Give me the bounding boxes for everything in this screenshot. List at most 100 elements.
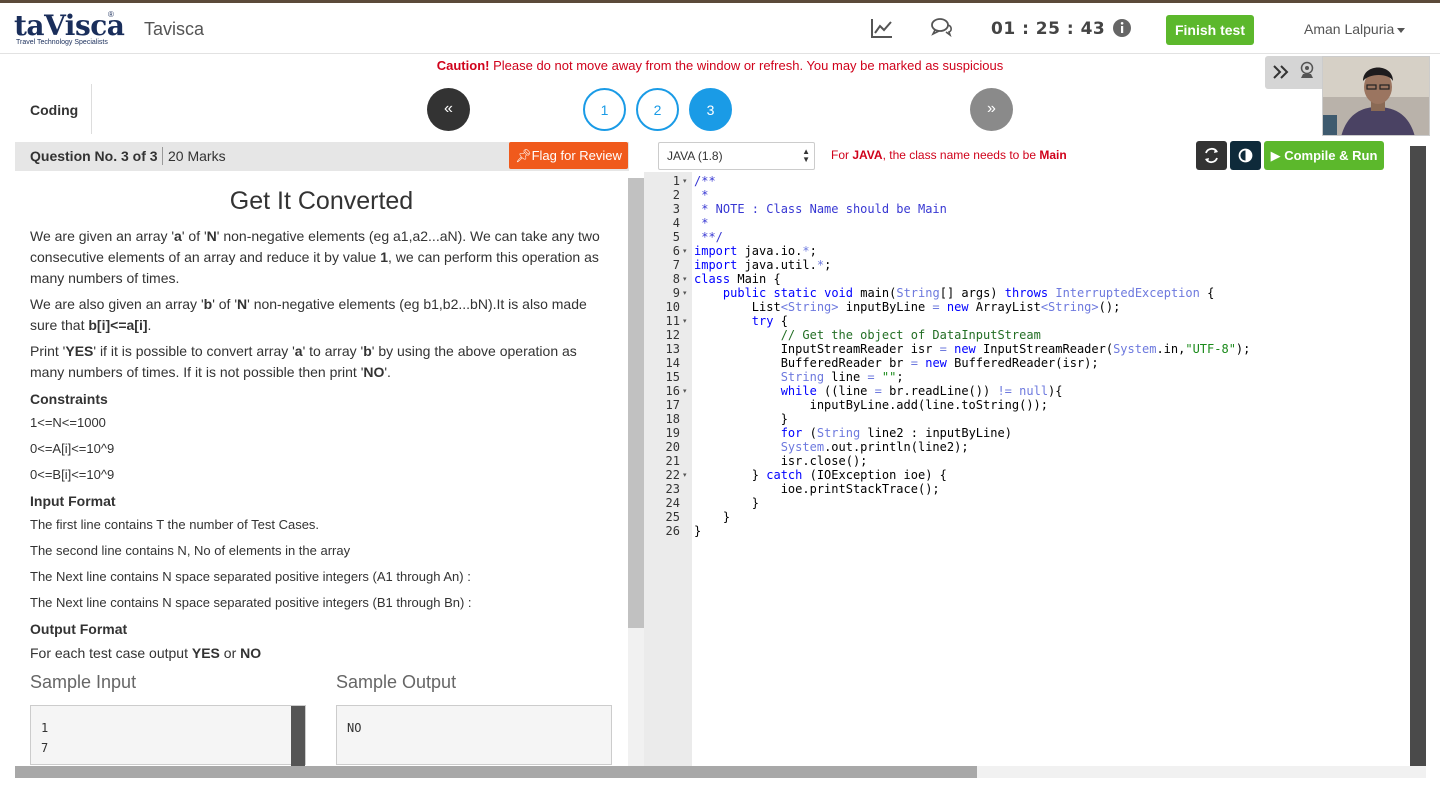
- finish-test-button[interactable]: Finish test: [1166, 15, 1254, 45]
- problem-paragraph-1: We are given an array 'a' of 'N' non-neg…: [30, 228, 600, 286]
- code-line: BufferedReader br = new BufferedReader(i…: [694, 356, 1099, 370]
- reset-code-button[interactable]: [1196, 141, 1227, 170]
- line-number: 10: [665, 300, 680, 314]
- question-marks: 20 Marks: [168, 148, 226, 164]
- code-line: import java.util.*;: [694, 258, 832, 272]
- code-content[interactable]: /** * * NOTE : Class Name should be Main…: [694, 174, 1410, 538]
- flag-label: Flag for Review: [531, 148, 622, 163]
- line-number: 1: [672, 174, 680, 188]
- question-number: Question No. 3 of 3: [30, 148, 158, 164]
- question-2-button[interactable]: 2: [636, 88, 679, 131]
- pin-icon: 📌︎: [515, 148, 532, 163]
- line-number: 14: [665, 356, 680, 370]
- problem-statement: Get It Converted We are given an array '…: [15, 178, 628, 766]
- class-name-note: For JAVA, the class name needs to be Mai…: [831, 148, 1067, 162]
- header: taVisca ® Travel Technology Specialists …: [0, 3, 1440, 54]
- code-line: List<String> inputByLine = new ArrayList…: [694, 300, 1121, 314]
- user-menu[interactable]: Aman Lalpuria: [1304, 21, 1406, 37]
- refresh-icon: [1205, 147, 1218, 164]
- sample-input-scrollbar[interactable]: [291, 706, 305, 766]
- problem-scrollbar-thumb[interactable]: [628, 178, 644, 628]
- caution-banner: Caution! Please do not move away from th…: [0, 58, 1440, 73]
- language-select[interactable]: JAVA (1.8) ▲ ▼: [658, 142, 815, 170]
- line-number: 16: [665, 384, 680, 398]
- line-number: 8: [672, 272, 680, 286]
- fold-toggle-icon[interactable]: ▾: [683, 247, 687, 255]
- section-label: Coding: [30, 102, 79, 118]
- line-number: 26: [665, 524, 680, 538]
- tavisca-logo: taVisca ® Travel Technology Specialists: [12, 9, 125, 49]
- code-line: class Main {: [694, 272, 781, 286]
- fold-toggle-icon[interactable]: ▾: [683, 387, 687, 395]
- section-divider: [91, 84, 92, 134]
- problem-scrollbar[interactable]: [628, 178, 644, 766]
- sample-input-heading: Sample Input: [30, 672, 137, 692]
- question-3-button[interactable]: 3: [689, 88, 732, 131]
- question-header-bar: Question No. 3 of 3 20 Marks 📌︎Flag for …: [15, 142, 629, 171]
- compile-run-button[interactable]: ▶︎ Compile & Run: [1264, 141, 1384, 170]
- theme-toggle-button[interactable]: [1230, 141, 1261, 170]
- question-1-button[interactable]: 1: [583, 88, 626, 131]
- brand-name: Tavisca: [144, 19, 205, 39]
- code-line: *: [694, 216, 709, 230]
- code-line: ioe.printStackTrace();: [694, 482, 940, 496]
- code-line: try {: [751, 314, 788, 328]
- line-number: 12: [665, 328, 680, 342]
- line-number: 6: [672, 244, 680, 258]
- line-number: 4: [672, 216, 680, 230]
- code-line: }: [694, 496, 760, 510]
- fold-toggle-icon[interactable]: ▾: [683, 289, 687, 297]
- double-chevron-right-icon[interactable]: [1272, 62, 1290, 87]
- user-name: Aman Lalpuria: [1304, 21, 1395, 37]
- play-icon: ▶︎: [1270, 148, 1281, 163]
- line-number: 5: [672, 230, 680, 244]
- line-number: 20: [665, 440, 680, 454]
- sample-input-line: 7: [41, 741, 49, 755]
- chart-icon[interactable]: [870, 17, 894, 39]
- line-number: 21: [665, 454, 680, 468]
- fold-toggle-icon[interactable]: ▾: [683, 317, 687, 325]
- countdown-timer: 01 : 25 : 43: [991, 19, 1106, 39]
- caution-label: Caution!: [436, 58, 490, 73]
- line-number-gutter: 1 ▾ 2 3 4 5 6 ▾ 7 8 ▾ 9 ▾ 10 11 ▾ 12 13 14 15 16 ▾ 17 18 19 20 21 2…: [644, 172, 692, 766]
- chat-icon[interactable]: [930, 17, 954, 39]
- flag-for-review-button[interactable]: 📌︎Flag for Review: [509, 142, 628, 169]
- next-question-button[interactable]: »: [970, 88, 1013, 131]
- horizontal-scrollbar-thumb[interactable]: [15, 766, 977, 778]
- line-number: 2: [672, 188, 680, 202]
- code-line: isr.close();: [694, 454, 868, 468]
- code-editor[interactable]: 1 ▾ 2 3 4 5 6 ▾ 7 8 ▾ 9 ▾ 10 11 ▾ 12 13 14 15 16 ▾ 17 18 19 20 21 2…: [644, 172, 1410, 766]
- code-line: InputStreamReader isr = new InputStreamR…: [694, 342, 1251, 356]
- output-format-line: For each test case output YES or NO: [30, 645, 262, 661]
- contrast-icon: [1238, 148, 1253, 163]
- code-line: * NOTE : Class Name should be Main: [694, 202, 947, 216]
- info-icon[interactable]: [1111, 17, 1135, 39]
- code-line: **/: [694, 230, 723, 244]
- code-line: inputByLine.add(line.toString());: [694, 398, 1049, 412]
- select-arrows-icon: ▲ ▼: [802, 147, 810, 164]
- line-number: 18: [665, 412, 680, 426]
- webcam-icon[interactable]: [1298, 61, 1316, 86]
- code-line: }: [694, 510, 731, 524]
- line-number: 7: [672, 258, 680, 272]
- line-number: 17: [665, 398, 680, 412]
- constraint-line: 1<=N<=1000: [30, 415, 106, 430]
- line-number: 11: [665, 314, 680, 328]
- horizontal-scrollbar[interactable]: [15, 766, 1426, 778]
- prev-question-button[interactable]: «: [427, 88, 470, 131]
- chevron-down-icon: [1397, 27, 1406, 33]
- sample-input-line: 1: [41, 721, 49, 735]
- problem-title: Get It Converted: [229, 187, 414, 215]
- fold-toggle-icon[interactable]: ▾: [683, 275, 687, 283]
- input-format-line: The Next line contains N space separated…: [30, 569, 471, 584]
- editor-scrollbar[interactable]: [1410, 146, 1426, 766]
- fold-toggle-icon[interactable]: ▾: [683, 471, 687, 479]
- fold-toggle-icon[interactable]: ▾: [683, 177, 687, 185]
- constraints-heading: Constraints: [30, 391, 108, 407]
- code-line: *: [694, 188, 709, 202]
- input-format-line: The second line contains N, No of elemen…: [30, 543, 351, 558]
- language-value: JAVA (1.8): [667, 149, 723, 163]
- problem-paragraph-3: Print 'YES' if it is possible to convert…: [30, 343, 577, 380]
- line-number: 19: [665, 426, 680, 440]
- samples: Sample Input Sample Output 1 7 NO: [30, 672, 613, 766]
